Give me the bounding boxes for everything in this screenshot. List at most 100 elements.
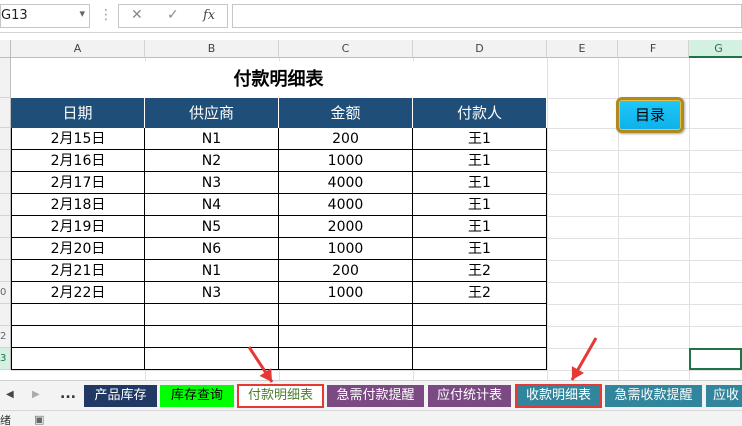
column-header-d[interactable]: D [413,40,547,58]
table-cell[interactable]: 2月15日 [11,128,145,150]
grid-line-vertical [689,58,690,380]
table-header-cell: 金额 [279,98,413,128]
table-cell[interactable]: N6 [145,238,279,260]
select-all-corner[interactable] [0,40,11,58]
column-header-c[interactable]: C [279,40,413,58]
row-header[interactable]: 0 [0,282,11,304]
table-cell[interactable]: 4000 [279,194,413,216]
row-header[interactable] [0,150,11,172]
cancel-icon[interactable]: ✕ [131,7,143,23]
column-header-a[interactable]: A [11,40,145,58]
table-cell[interactable]: 王1 [413,238,547,260]
tab-more-icon[interactable]: ... [60,386,76,402]
table-cell[interactable]: 王1 [413,150,547,172]
table-cell[interactable] [413,304,547,326]
table-header-cell: 付款人 [413,98,547,128]
row-header[interactable] [0,238,11,260]
table-cell[interactable]: 王1 [413,172,547,194]
table-header-cell: 供应商 [145,98,279,128]
table-cell[interactable]: 王1 [413,216,547,238]
name-box[interactable]: G13 ▾ [0,4,90,28]
sheet-tab[interactable]: 急需收款提醒 [605,385,702,407]
table-cell[interactable] [279,326,413,348]
table-cell[interactable]: 2月18日 [11,194,145,216]
table-cell[interactable]: N4 [145,194,279,216]
name-box-value: G13 [1,8,28,23]
table-cell[interactable] [413,348,547,370]
table-cell[interactable]: 2000 [279,216,413,238]
table-cell[interactable]: 王1 [413,194,547,216]
row-header[interactable] [0,260,11,282]
table-cell[interactable]: N1 [145,128,279,150]
table-cell[interactable]: 1000 [279,150,413,172]
status-bar: 绪 ▣ [0,410,742,426]
table-cell[interactable] [279,304,413,326]
tab-prev-icon[interactable]: ◀ [6,389,14,400]
more-options-icon[interactable]: ⋮ [99,7,113,23]
table-cell[interactable]: 2月21日 [11,260,145,282]
row-header[interactable] [0,172,11,194]
sheet-tab[interactable]: 产品库存 [84,385,157,407]
grid-line-vertical [547,58,548,380]
sheet-tab[interactable]: 收款明细表 [515,384,602,408]
table-cell[interactable]: 200 [279,128,413,150]
table-cell[interactable]: 2月22日 [11,282,145,304]
menu-button[interactable]: 目录 [616,97,684,133]
table-cell[interactable]: 王1 [413,128,547,150]
table-cell[interactable]: N3 [145,282,279,304]
row-header[interactable] [0,58,11,98]
table-cell[interactable] [11,326,145,348]
table-cell[interactable]: N5 [145,216,279,238]
column-header-b[interactable]: B [145,40,279,58]
row-header[interactable] [0,304,11,326]
sheet-tab[interactable]: 库存查询 [160,385,234,407]
table-cell[interactable] [145,326,279,348]
chevron-down-icon[interactable]: ▾ [79,7,85,20]
macro-record-icon[interactable]: ▣ [34,413,44,426]
spreadsheet-grid[interactable]: A B C D E F G 0 2 3 付款明细表 日期 供应商 金额 付款人 2月15日 N1 200 王1 2月1… [0,40,742,380]
table-cell[interactable]: 王2 [413,282,547,304]
row-header[interactable]: 3 [0,348,11,370]
table-cell[interactable]: 王2 [413,260,547,282]
row-header[interactable] [0,128,11,150]
sheet-title: 付款明细表 [11,61,546,99]
sheet-tab[interactable]: 付款明细表 [237,384,324,408]
table-cell[interactable] [145,348,279,370]
row-header[interactable]: 2 [0,326,11,348]
table-cell[interactable]: 200 [279,260,413,282]
table-cell[interactable]: 1000 [279,282,413,304]
column-header-e[interactable]: E [547,40,618,58]
table-cell[interactable]: 4000 [279,172,413,194]
formula-input[interactable] [232,4,742,28]
status-text: 绪 [0,414,11,426]
row-header[interactable] [0,216,11,238]
enter-icon[interactable]: ✓ [167,7,179,23]
sheet-tab[interactable]: 应收 [706,385,742,407]
table-cell[interactable]: 2月16日 [11,150,145,172]
table-cell[interactable]: 2月19日 [11,216,145,238]
table-cell[interactable] [279,348,413,370]
formula-buttons: ✕ ✓ fx [118,4,228,28]
table-cell[interactable] [145,304,279,326]
row-header[interactable] [0,194,11,216]
row-header[interactable] [0,98,11,128]
table-cell[interactable] [413,326,547,348]
table-cell[interactable]: 2月20日 [11,238,145,260]
grid-line-horizontal [11,370,742,371]
formula-bar: G13 ▾ ⋮ ✕ ✓ fx [0,0,742,33]
table-cell[interactable]: N2 [145,150,279,172]
column-header-g[interactable]: G [689,40,742,58]
insert-function-icon[interactable]: fx [203,8,215,23]
table-cell[interactable]: N3 [145,172,279,194]
table-cell[interactable] [11,348,145,370]
selected-cell-g13[interactable] [689,348,742,370]
table-cell[interactable]: N1 [145,260,279,282]
table-cell[interactable]: 2月17日 [11,172,145,194]
sheet-tab[interactable]: 应付统计表 [428,385,511,407]
tab-next-icon[interactable]: ▶ [32,389,40,400]
table-cell[interactable] [11,304,145,326]
table-cell[interactable]: 1000 [279,238,413,260]
table-header-cell: 日期 [11,98,145,128]
column-header-f[interactable]: F [618,40,689,58]
sheet-tab[interactable]: 急需付款提醒 [327,385,424,407]
